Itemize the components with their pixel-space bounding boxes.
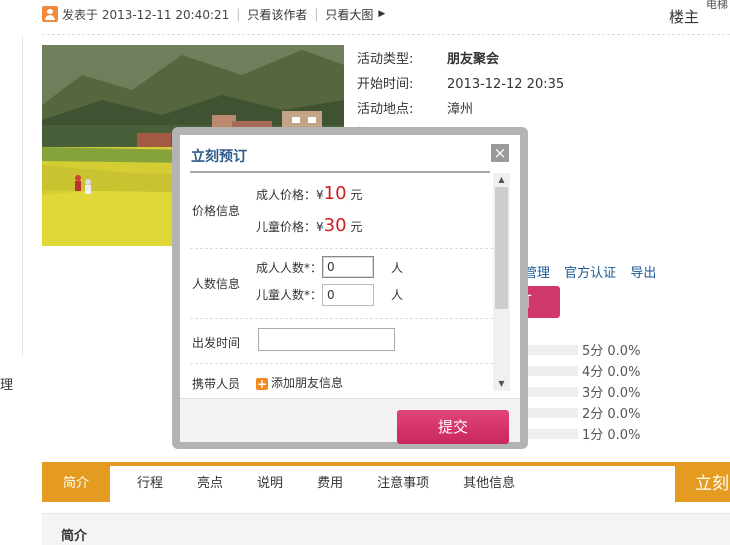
rating-bar: [520, 407, 578, 418]
child-count-label: 儿童人数*：: [256, 288, 323, 302]
rating-bar: [520, 386, 578, 397]
separator: |: [236, 7, 241, 21]
adult-unit: 人: [391, 261, 404, 275]
rating-row: 4分 0.0%: [520, 360, 640, 381]
book-now-tab[interactable]: 立刻: [675, 466, 730, 502]
add-friend-button[interactable]: + 添加朋友信息: [256, 374, 343, 391]
tab-intro[interactable]: 简介: [42, 466, 111, 502]
close-icon[interactable]: ×: [491, 144, 509, 162]
rating-distribution: 5分 0.0% 4分 0.0% 3分 0.0% 2分 0.0% 1分 0.0%: [520, 339, 640, 444]
tab-fees[interactable]: 费用: [300, 466, 360, 502]
adult-count-input[interactable]: [322, 256, 374, 278]
rating-bar: [520, 365, 578, 376]
rating-row: 1分 0.0%: [520, 423, 640, 444]
tab-highlights[interactable]: 亮点: [180, 466, 240, 502]
scroll-thumb[interactable]: [495, 187, 508, 309]
price-info-label: 价格信息: [192, 204, 241, 218]
user-icon: [42, 6, 58, 22]
left-panel-fragment: 理: [0, 378, 14, 393]
price-section: 价格信息 成人价格：¥10 元 儿童价格：¥30 元: [190, 173, 493, 249]
section-title: 简介: [61, 529, 88, 544]
rating-bar: [520, 344, 578, 355]
depart-section: 出发时间: [190, 319, 493, 364]
floor-label: 楼主: [669, 8, 700, 26]
scroll-down-icon[interactable]: ▼: [493, 377, 510, 391]
child-count-input[interactable]: [322, 284, 374, 306]
adult-price: 成人价格：¥10 元: [256, 183, 363, 204]
depart-time-input[interactable]: [258, 328, 395, 351]
only-author-link[interactable]: 只看该作者: [247, 6, 307, 23]
detail-tab-bar: 简介 行程 亮点 说明 费用 注意事项 其他信息 立刻: [42, 462, 730, 506]
intro-section-header: 简介: [42, 513, 730, 545]
depart-time-label: 出发时间: [192, 336, 241, 350]
companions-section: 携带人员 + 添加朋友信息: [190, 364, 493, 398]
info-row-type: 活动类型: 朋友聚会: [357, 52, 500, 67]
post-meta-bar: 发表于 2013-12-11 20:40:21 | 只看该作者 | 只看大图 ▶: [42, 2, 385, 26]
posted-time: 发表于 2013-12-11 20:40:21: [62, 7, 230, 22]
dialog-title: 立刻预订: [191, 149, 247, 165]
people-section: 人数信息 成人人数*： 人 儿童人数*： 人: [190, 249, 493, 319]
child-price: 儿童价格：¥30 元: [256, 215, 363, 236]
tab-itinerary[interactable]: 行程: [120, 466, 180, 502]
dialog-footer: 提交: [180, 398, 520, 444]
rating-row: 5分 0.0%: [520, 339, 640, 360]
companions-label: 携带人员: [192, 377, 241, 391]
export-link[interactable]: 导出: [630, 266, 656, 281]
tab-description[interactable]: 说明: [240, 466, 300, 502]
info-row-location: 活动地点: 漳州: [357, 102, 474, 117]
only-large-image-link[interactable]: 只看大图: [325, 6, 373, 23]
plus-icon: +: [256, 377, 268, 391]
dialog-body[interactable]: 价格信息 成人价格：¥10 元 儿童价格：¥30 元 人数信息 成人人数*： 人…: [190, 173, 493, 398]
submit-button[interactable]: 提交: [397, 410, 509, 444]
separator: |: [314, 7, 319, 21]
rating-row: 3分 0.0%: [520, 381, 640, 402]
dialog-scrollbar[interactable]: ▲ ▼: [493, 173, 510, 391]
left-panel-edge: [0, 36, 23, 356]
tab-other-info[interactable]: 其他信息: [446, 466, 532, 502]
rating-bar: [520, 428, 578, 439]
booking-dialog: 立刻预订 × 价格信息 成人价格：¥10 元 儿童价格：¥30 元 人数信息 成…: [180, 135, 520, 444]
people-info-label: 人数信息: [192, 277, 241, 291]
action-links: 者管理 官方认证 导出: [511, 262, 666, 281]
elevator-link[interactable]: 电梯: [706, 0, 728, 12]
dialog-header: 立刻预订 ×: [180, 135, 520, 172]
scroll-up-icon[interactable]: ▲: [493, 173, 510, 187]
rating-row: 2分 0.0%: [520, 402, 640, 423]
adult-count-label: 成人人数*：: [256, 261, 323, 275]
official-cert-link[interactable]: 官方认证: [564, 266, 616, 281]
divider: [42, 34, 730, 35]
child-unit: 人: [391, 288, 404, 302]
triangle-right-icon: ▶: [378, 9, 386, 19]
tab-notes[interactable]: 注意事项: [360, 466, 446, 502]
info-row-start: 开始时间: 2013-12-12 20:35: [357, 77, 565, 92]
